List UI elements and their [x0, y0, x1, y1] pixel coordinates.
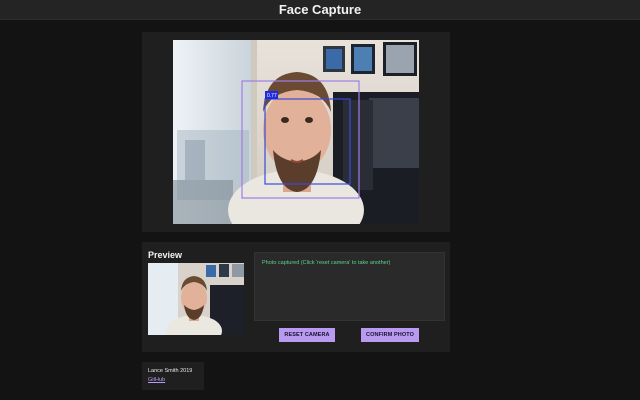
detection-score-label: 0.77 — [267, 93, 277, 99]
status-message: Photo captured (Click 'reset camera' to … — [262, 260, 391, 266]
footer-card: Lance Smith 2019 GitHub — [142, 362, 204, 390]
captured-photo-image — [148, 263, 244, 335]
status-message-box: Photo captured (Click 'reset camera' to … — [254, 252, 445, 321]
camera-feed: 0.77 — [173, 40, 419, 224]
confirm-photo-button[interactable]: CONFIRM PHOTO — [361, 328, 419, 342]
reset-camera-button[interactable]: RESET CAMERA — [279, 328, 335, 342]
camera-panel: 0.77 — [142, 32, 450, 232]
top-bar: Face Capture — [0, 0, 640, 20]
preview-heading: Preview — [148, 250, 183, 260]
app-title: Face Capture — [278, 2, 362, 17]
github-link[interactable]: GitHub — [148, 377, 165, 383]
preview-panel: Preview Photo captured (Click 'reset cam… — [142, 242, 450, 352]
footer-credit: Lance Smith 2019 — [148, 368, 193, 374]
camera-frame-image: 0.77 — [173, 40, 419, 224]
captured-photo-thumbnail — [148, 263, 244, 335]
